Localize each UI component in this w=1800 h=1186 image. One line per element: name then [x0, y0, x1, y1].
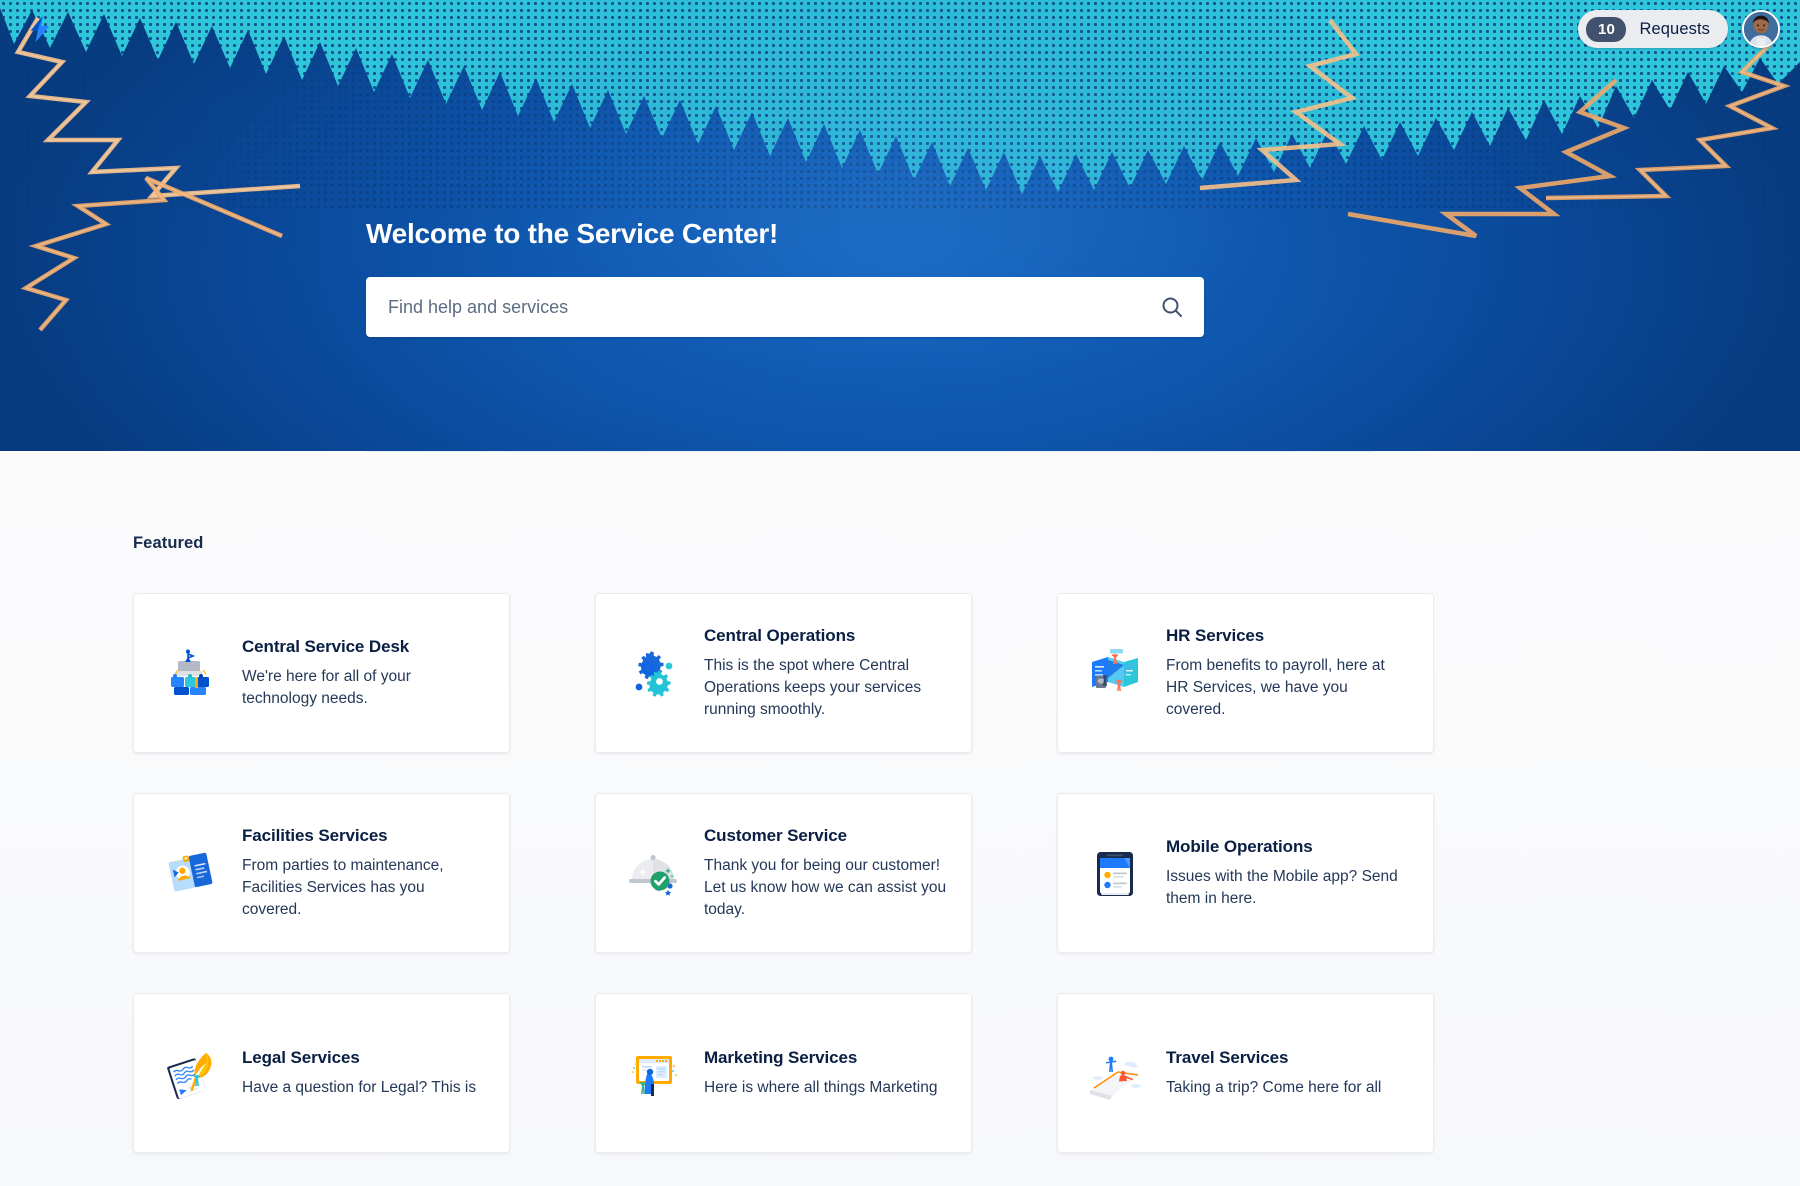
card-title: Central Service Desk: [242, 636, 410, 656]
search-button[interactable]: [1141, 278, 1203, 336]
hero-content: Welcome to the Service Center!: [366, 218, 1206, 337]
gears-icon: [622, 642, 684, 704]
search-icon: [1162, 297, 1182, 317]
card-title: Facilities Services: [242, 825, 388, 845]
card-description: This is the spot where Central Operation…: [704, 656, 922, 718]
card-text: Customer Service Thank you for being our…: [704, 826, 947, 921]
card-description: Here is where all things Marketing: [704, 1078, 938, 1096]
featured-section-title: Featured: [133, 534, 204, 552]
requests-label: Requests: [1639, 19, 1710, 38]
top-navigation-bar: 10 Requests: [0, 0, 1800, 58]
card-title: Mobile Operations: [1166, 836, 1313, 856]
card-text: Central Operations This is the spot wher…: [704, 626, 947, 721]
requests-button[interactable]: 10 Requests: [1578, 10, 1728, 48]
blocks-person-icon: [160, 642, 222, 704]
card-text: Travel Services Taking a trip? Come here…: [1166, 1048, 1409, 1099]
card-description: We're here for all of your technology ne…: [242, 667, 411, 707]
card-text: Central Service Desk We're here for all …: [242, 637, 485, 710]
service-card-travel-services[interactable]: Travel Services Taking a trip? Come here…: [1057, 993, 1434, 1153]
jira-lightning-logo-icon[interactable]: [22, 11, 58, 47]
service-card-marketing-services[interactable]: Marketing Services Here is where all thi…: [595, 993, 972, 1153]
service-card-hr-services[interactable]: HR Services From benefits to payroll, he…: [1057, 593, 1434, 753]
card-title: Marketing Services: [704, 1047, 858, 1067]
card-description: Have a question for Legal? This is: [242, 1078, 477, 1096]
service-card-central-service-desk[interactable]: Central Service Desk We're here for all …: [133, 593, 510, 753]
card-title: Legal Services: [242, 1047, 360, 1067]
card-text: Legal Services Have a question for Legal…: [242, 1048, 485, 1099]
avatar[interactable]: [1742, 10, 1780, 48]
main-content: Featured Central Service Desk We're here…: [0, 451, 1800, 1186]
card-description: Issues with the Mobile app? Send them in…: [1166, 867, 1398, 907]
page-title: Welcome to the Service Center!: [366, 218, 779, 249]
mobile-device-icon: [1084, 842, 1146, 904]
card-text: Mobile Operations Issues with the Mobile…: [1166, 837, 1409, 910]
service-card-central-operations[interactable]: Central Operations This is the spot wher…: [595, 593, 972, 753]
card-title: Customer Service: [704, 825, 847, 845]
search-bar[interactable]: [366, 277, 1204, 337]
card-title: Travel Services: [1166, 1047, 1289, 1067]
card-description: Thank you for being our customer! Let us…: [704, 856, 947, 918]
card-description: From parties to maintenance, Facilities …: [242, 856, 444, 918]
search-input[interactable]: [367, 296, 1141, 318]
service-card-mobile-operations[interactable]: Mobile Operations Issues with the Mobile…: [1057, 793, 1434, 953]
service-card-facilities-services[interactable]: Facilities Services From parties to main…: [133, 793, 510, 953]
card-description: From benefits to payroll, here at HR Ser…: [1166, 656, 1385, 718]
content-divider: [366, 451, 1374, 452]
airplane-wing-icon: [1084, 1042, 1146, 1104]
requests-count-badge: 10: [1586, 16, 1627, 42]
topbar-actions: 10 Requests: [1578, 10, 1780, 48]
card-title: Central Operations: [704, 625, 856, 645]
service-card-customer-service[interactable]: Customer Service Thank you for being our…: [595, 793, 972, 953]
card-text: Marketing Services Here is where all thi…: [704, 1048, 947, 1099]
hero-banner: 10 Requests Welcome to the Service Cente…: [0, 0, 1800, 451]
cloche-check-icon: [622, 842, 684, 904]
featured-cards-grid: Central Service Desk We're here for all …: [133, 593, 1669, 1153]
card-text: HR Services From benefits to payroll, he…: [1166, 626, 1409, 721]
card-title: HR Services: [1166, 625, 1265, 645]
hr-panels-icon: [1084, 642, 1146, 704]
card-description: Taking a trip? Come here for all: [1166, 1078, 1382, 1096]
id-badge-icon: [160, 842, 222, 904]
legal-quill-icon: [160, 1042, 222, 1104]
service-card-legal-services[interactable]: Legal Services Have a question for Legal…: [133, 993, 510, 1153]
card-text: Facilities Services From parties to main…: [242, 826, 485, 921]
presentation-board-icon: [622, 1042, 684, 1104]
